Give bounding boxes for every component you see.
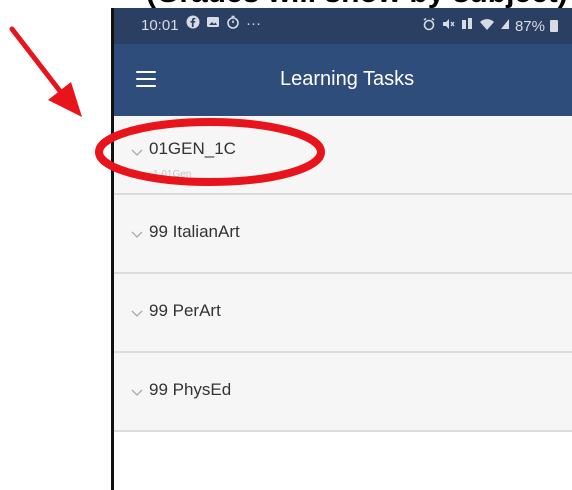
caption-text: (Grades will show by subject): [146, 0, 566, 8]
chevron-down-icon: [131, 149, 143, 156]
page-title: Learning Tasks: [280, 68, 415, 90]
phone-left-border: [111, 8, 114, 490]
mute-icon: [441, 17, 455, 35]
status-notification-icons: ···: [186, 15, 261, 33]
chevron-down-icon: [131, 389, 143, 396]
learning-tasks-list: 01GEN_1C 1.01Gen 99 ItalianArt 99 PerArt…: [113, 116, 572, 432]
alarm-icon: [422, 17, 436, 35]
list-item[interactable]: 99 ItalianArt: [113, 195, 572, 274]
chevron-down-icon: [131, 231, 143, 238]
app-bar: Learning Tasks: [113, 44, 572, 116]
signal-icon: [500, 17, 510, 35]
screenshot-canvas: (Grades will show by subject) 10:01 ···: [0, 0, 572, 490]
list-item-title: 01GEN_1C: [149, 139, 236, 158]
more-notifications-icon: ···: [246, 15, 261, 32]
hamburger-menu-icon[interactable]: [136, 71, 156, 87]
red-arrow-icon: [9, 26, 82, 117]
timer-icon: [226, 15, 240, 33]
list-item[interactable]: 99 PhysEd: [113, 353, 572, 432]
wifi-icon: [479, 17, 495, 35]
list-item-title: 99 PerArt: [149, 301, 221, 320]
list-item-title: 99 ItalianArt: [149, 222, 240, 241]
list-item-subtitle: 1.01Gen: [153, 169, 192, 180]
status-bar: 10:01 ··· 87%: [113, 8, 572, 44]
status-time: 10:01: [141, 17, 179, 34]
data-icon: [460, 17, 474, 35]
chevron-down-icon: [131, 310, 143, 317]
status-system-icons: 87%: [422, 17, 558, 35]
battery-percentage: 87%: [514, 17, 545, 35]
phone-screen: 10:01 ··· 87% Learning Tasks 01GEN_1C 1.…: [113, 8, 572, 490]
list-item[interactable]: 01GEN_1C 1.01Gen: [113, 116, 572, 195]
battery-icon: [550, 20, 558, 32]
list-item-title: 99 PhysEd: [149, 380, 232, 399]
facebook-icon: [186, 15, 200, 33]
gallery-icon: [206, 15, 220, 33]
list-item[interactable]: 99 PerArt: [113, 274, 572, 353]
